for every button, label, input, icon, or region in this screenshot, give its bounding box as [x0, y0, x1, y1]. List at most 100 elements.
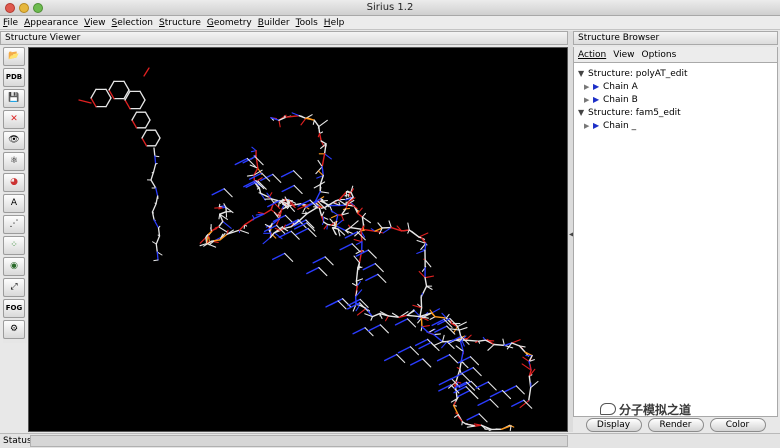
bond-stick	[263, 208, 272, 215]
tree-node-chain[interactable]: ▶ ▶ Chain B	[574, 93, 777, 106]
selection-atoms-icon[interactable]: ⁘	[3, 236, 25, 255]
save-disk-icon[interactable]: 💾	[3, 89, 25, 108]
bond-stick	[419, 307, 423, 318]
open-folder-icon[interactable]: 📂	[3, 47, 25, 66]
molecule-icon[interactable]: ⚛	[3, 152, 25, 171]
bond-stick	[477, 339, 487, 342]
bond-stick	[357, 212, 364, 218]
bond-stick	[300, 117, 307, 126]
chain-icon: ▶	[593, 82, 600, 91]
expanded-triangle-icon[interactable]: ▼	[578, 69, 587, 78]
bond-stick	[475, 381, 489, 389]
fog-icon[interactable]: FOG	[3, 299, 25, 318]
bond-stick	[377, 273, 387, 283]
display-button[interactable]: Display	[585, 418, 642, 432]
measure-icon[interactable]: ⋰	[3, 215, 25, 234]
bond-stick	[469, 356, 480, 366]
tree-node-structure[interactable]: ▼ Structure: fam5_edit	[574, 106, 777, 119]
bond-stick	[349, 226, 363, 230]
menu-selection[interactable]: Selection	[112, 18, 153, 28]
bond-stick	[155, 243, 158, 253]
menu-appearance[interactable]: Appearance	[24, 18, 78, 28]
bond-stick	[315, 166, 323, 175]
bond-stick	[458, 326, 468, 331]
expanded-triangle-icon[interactable]: ▼	[578, 108, 587, 117]
tree-node-label: Chain B	[603, 94, 638, 105]
browser-menu-view[interactable]: View	[613, 50, 634, 60]
bond-stick	[487, 381, 497, 391]
bond-stick	[465, 334, 472, 341]
label-atom-icon[interactable]: A	[3, 194, 25, 213]
selection-sphere-icon[interactable]: ◉	[3, 257, 25, 276]
browser-menu-action[interactable]: Action	[578, 50, 606, 60]
tree-node-label: Chain A	[603, 81, 638, 92]
bond-stick	[424, 275, 435, 279]
structure-viewer-header: Structure Viewer	[0, 31, 568, 45]
menu-tools[interactable]: Tools	[296, 18, 318, 28]
bond-stick	[501, 390, 512, 400]
structure-tree: ▼ Structure: polyAT_edit ▶ ▶ Chain A ▶ ▶…	[573, 62, 778, 417]
bond-stick	[436, 354, 451, 362]
open-pdb-icon[interactable]: PDB	[3, 68, 25, 87]
color-button[interactable]: Color	[709, 418, 766, 432]
menu-help[interactable]: Help	[324, 18, 345, 28]
menu-view[interactable]: View	[84, 18, 105, 28]
bond-stick	[325, 300, 339, 308]
bond-stick	[457, 356, 472, 364]
tree-node-label: Chain _	[603, 120, 637, 131]
bond-stick	[477, 398, 491, 406]
bond-stick	[349, 220, 359, 229]
bond-stick	[295, 227, 309, 236]
menu-builder[interactable]: Builder	[258, 18, 290, 28]
bond-stick	[416, 249, 426, 255]
bond-stick	[318, 132, 322, 142]
bond-stick	[218, 226, 228, 233]
fit-expand-icon[interactable]: ⤢	[3, 278, 25, 297]
bond-stick	[154, 137, 161, 147]
bond-stick	[131, 119, 138, 129]
menu-structure[interactable]: Structure	[159, 18, 201, 28]
bond-stick	[365, 273, 379, 282]
bond-stick	[530, 380, 539, 389]
bond-stick	[78, 99, 92, 104]
collapsed-triangle-icon[interactable]: ▶	[584, 83, 593, 91]
collapsed-triangle-icon[interactable]: ▶	[584, 96, 593, 104]
close-x-icon[interactable]: ✕	[3, 110, 25, 129]
chain-icon: ▶	[593, 95, 600, 104]
color-wheel-icon[interactable]: ◕	[3, 173, 25, 192]
menu-geometry[interactable]: Geometry	[207, 18, 252, 28]
bond-stick	[466, 413, 480, 421]
chain-icon: ▶	[593, 121, 600, 130]
bond-stick	[319, 191, 330, 194]
collapsed-triangle-icon[interactable]: ▶	[584, 122, 593, 130]
bond-stick	[431, 308, 441, 314]
bond-stick	[131, 111, 138, 121]
tree-node-chain[interactable]: ▶ ▶ Chain A	[574, 80, 777, 93]
bond-stick	[153, 147, 156, 157]
bond-stick	[429, 316, 436, 320]
render-button[interactable]: Render	[647, 418, 704, 432]
watermark-text: 分子模拟之道	[619, 402, 692, 417]
molecule-viewport[interactable]	[28, 47, 568, 432]
bond-stick	[427, 328, 435, 334]
molecule-render[interactable]	[29, 48, 568, 432]
bond-stick	[105, 88, 112, 99]
settings-gear-icon[interactable]: ⚙	[3, 320, 25, 339]
bond-stick	[291, 112, 300, 117]
bond-stick	[156, 251, 159, 261]
bond-stick	[394, 318, 409, 326]
bond-stick	[278, 230, 292, 238]
bond-stick	[502, 338, 505, 346]
bond-stick	[410, 358, 424, 366]
eye-icon[interactable]: 👁	[3, 131, 25, 150]
browser-menu-options[interactable]: Options	[642, 50, 677, 60]
bond-stick	[262, 236, 271, 245]
bond-stick	[108, 80, 115, 91]
bond-stick	[367, 249, 377, 259]
tree-node-chain[interactable]: ▶ ▶ Chain _	[574, 119, 777, 132]
bond-stick	[153, 219, 160, 229]
bond-stick	[157, 227, 161, 237]
tree-node-structure[interactable]: ▼ Structure: polyAT_edit	[574, 67, 777, 80]
menu-file[interactable]: File	[3, 18, 18, 28]
viewer-toolbar: 📂 PDB 💾 ✕ 👁 ⚛ ◕ A ⋰ ⁘ ◉ ⤢ FOG ⚙	[3, 47, 27, 343]
